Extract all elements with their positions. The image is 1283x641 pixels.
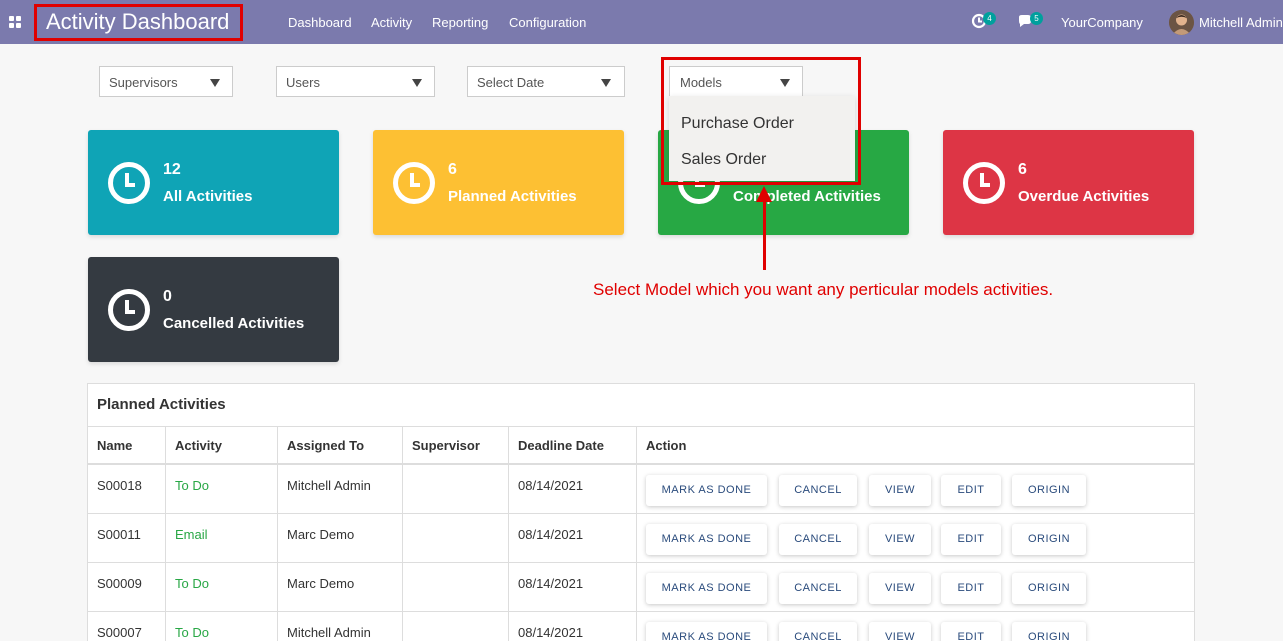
header-supervisor: Supervisor [403,427,509,464]
cell-supervisor [403,465,509,513]
edit-button[interactable]: EDIT [941,622,1001,641]
company-switcher[interactable]: YourCompany [1061,15,1143,30]
clock-icon [108,289,150,331]
clock-icon [963,162,1005,204]
cancel-button[interactable]: CANCEL [779,475,857,506]
cell-assigned-to: Mitchell Admin [278,612,403,641]
app-title[interactable]: Activity Dashboard [46,9,229,35]
date-select-label: Select Date [477,75,545,90]
menu-reporting[interactable]: Reporting [432,15,488,30]
cell-deadline-date: 08/14/2021 [509,514,637,562]
cancel-button[interactable]: CANCEL [779,622,857,641]
header-name: Name [88,427,166,464]
supervisors-select-label: Supervisors [109,75,178,90]
card-planned-activities[interactable]: 6 Planned Activities [373,130,624,235]
origin-button[interactable]: ORIGIN [1012,524,1086,555]
apps-grid-icon[interactable] [9,16,21,28]
table-row: S00009 To Do Marc Demo 08/14/2021 MARK AS DO… [88,563,1194,612]
table-row: S00018 To Do Mitchell Admin 08/14/2021 MARK … [88,465,1194,514]
table-row: S00011 Email Marc Demo 08/14/2021 MARK AS DO… [88,514,1194,563]
user-menu[interactable]: Mitchell Admin [1199,15,1283,30]
view-button[interactable]: VIEW [869,475,931,506]
card-label: Planned Activities [448,188,577,205]
table-row: S00007 To Do Mitchell Admin 08/14/2021 MARK … [88,612,1194,641]
cell-supervisor [403,514,509,562]
date-select[interactable]: Select Date [467,66,625,97]
chevron-down-icon [412,79,422,87]
origin-button[interactable]: ORIGIN [1012,622,1086,641]
header-deadline-date: Deadline Date [509,427,637,464]
origin-button[interactable]: ORIGIN [1012,475,1086,506]
cell-assigned-to: Marc Demo [278,514,403,562]
top-navbar: Activity Dashboard Dashboard Activity Re… [0,0,1283,44]
cell-activity[interactable]: Email [166,514,278,562]
cell-assigned-to: Mitchell Admin [278,465,403,513]
cell-name[interactable]: S00009 [88,563,166,611]
cell-name[interactable]: S00007 [88,612,166,641]
edit-button[interactable]: EDIT [941,475,1001,506]
menu-dashboard[interactable]: Dashboard [288,15,352,30]
user-avatar[interactable] [1169,10,1194,35]
header-action: Action [646,438,687,453]
chevron-down-icon [601,79,611,87]
card-label: Overdue Activities [1018,188,1150,205]
cell-activity[interactable]: To Do [166,465,278,513]
cell-activity[interactable]: To Do [166,612,278,641]
clock-icon [108,162,150,204]
card-cancelled-activities[interactable]: 0 Cancelled Activities [88,257,339,362]
cell-deadline-date: 08/14/2021 [509,465,637,513]
card-label: All Activities [163,188,253,205]
models-highlight-box [661,57,861,185]
cancel-button[interactable]: CANCEL [779,573,857,604]
mark-as-done-button[interactable]: MARK AS DONE [646,475,767,506]
view-button[interactable]: VIEW [869,573,931,604]
card-count: 6 [1018,161,1027,178]
cell-deadline-date: 08/14/2021 [509,612,637,641]
chevron-down-icon [210,79,220,87]
cancel-button[interactable]: CANCEL [779,524,857,555]
table-header: Name Activity Assigned To Supervisor Dea… [88,426,1194,465]
card-count: 6 [448,161,457,178]
header-activity: Activity [166,427,278,464]
card-count: 12 [163,161,181,178]
card-label: Cancelled Activities [163,315,305,332]
users-select-label: Users [286,75,320,90]
cell-supervisor [403,563,509,611]
clock-icon [393,162,435,204]
edit-button[interactable]: EDIT [941,573,1001,604]
menu-configuration[interactable]: Configuration [509,15,586,30]
cell-activity[interactable]: To Do [166,563,278,611]
panel-title: Planned Activities [97,396,226,413]
view-button[interactable]: VIEW [869,524,931,555]
header-assigned-to: Assigned To [278,427,403,464]
origin-button[interactable]: ORIGIN [1012,573,1086,604]
card-count: 0 [163,288,172,305]
planned-activities-panel: Planned Activities Name Activity Assigne… [87,383,1195,641]
edit-button[interactable]: EDIT [941,524,1001,555]
card-overdue-activities[interactable]: 6 Overdue Activities [943,130,1194,235]
activity-count-badge: 4 [983,12,996,25]
mark-as-done-button[interactable]: MARK AS DONE [646,622,767,641]
cell-name[interactable]: S00011 [88,514,166,562]
menu-activity[interactable]: Activity [371,15,412,30]
annotation-note: Select Model which you want any perticul… [593,280,1054,299]
cell-deadline-date: 08/14/2021 [509,563,637,611]
users-select[interactable]: Users [276,66,435,97]
mark-as-done-button[interactable]: MARK AS DONE [646,573,767,604]
annotation-arrow-line [763,200,766,270]
card-all-activities[interactable]: 12 All Activities [88,130,339,235]
mark-as-done-button[interactable]: MARK AS DONE [646,524,767,555]
view-button[interactable]: VIEW [869,622,931,641]
messages-count-badge: 5 [1030,12,1043,25]
cell-name[interactable]: S00018 [88,465,166,513]
supervisors-select[interactable]: Supervisors [99,66,233,97]
cell-assigned-to: Marc Demo [278,563,403,611]
cell-supervisor [403,612,509,641]
